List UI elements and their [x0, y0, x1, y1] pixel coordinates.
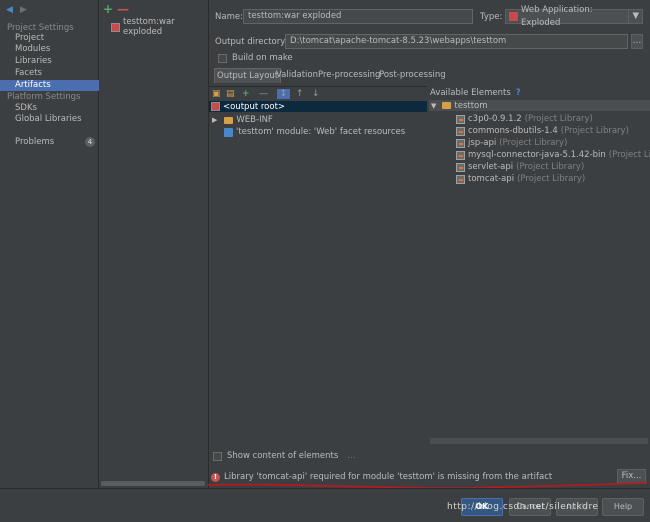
available-elements-scrollbar[interactable] [430, 438, 648, 444]
help-icon[interactable]: ? [516, 88, 521, 98]
artifact-list: + — testtom:war exploded [99, 0, 209, 488]
library-item[interactable]: mysql-connector-java-5.1.42-bin (Project… [456, 150, 650, 160]
project-settings-heading: Project Settings [7, 23, 74, 33]
nav-item-libraries[interactable]: Libraries [0, 56, 99, 67]
browse-folder-button[interactable]: … [631, 34, 643, 49]
library-item[interactable]: commons-dbutils-1.4 (Project Library) [456, 126, 629, 136]
output-directory-label: Output directory: [215, 37, 288, 47]
type-label: Type: [480, 12, 503, 22]
arrow-right-icon[interactable]: ▶ [20, 5, 27, 15]
nav-item-problems[interactable]: Problems 4 [0, 137, 99, 148]
library-name: mysql-connector-java-5.1.42-bin [468, 150, 606, 160]
minus-icon[interactable]: — [117, 2, 129, 16]
nav-item-sdks[interactable]: SDKs [0, 103, 99, 114]
expand-arrow-icon[interactable]: ▶ [212, 116, 217, 124]
library-icon [456, 138, 465, 148]
tab-pre-processing[interactable]: Pre-processing [316, 68, 382, 83]
library-suffix: (Project Library) [516, 162, 585, 172]
plus-icon[interactable]: + [242, 89, 250, 99]
minus-icon[interactable]: — [259, 89, 268, 99]
library-icon [456, 114, 465, 124]
build-on-make-checkbox[interactable]: Build on make [218, 53, 293, 63]
tree-node-web-inf[interactable]: ▶ WEB-INF [212, 115, 273, 125]
tree-node-testtom[interactable]: ▼ testtom [429, 100, 650, 111]
library-icon [456, 162, 465, 172]
new-folder-icon[interactable]: ▣ [212, 89, 221, 99]
move-down-icon[interactable]: ↓ [312, 89, 320, 99]
library-item[interactable]: servlet-api (Project Library) [456, 162, 584, 172]
library-icon [456, 174, 465, 184]
problems-count-badge: 4 [85, 137, 95, 147]
web-inf-label: WEB-INF [236, 115, 273, 125]
checkbox-box[interactable] [213, 451, 222, 461]
nav-item-project[interactable]: Project [0, 33, 99, 44]
library-name: tomcat-api [468, 174, 515, 184]
output-root-label: <output root> [223, 101, 286, 112]
type-select-value: Web Application: Exploded [521, 4, 593, 28]
watermark: http://blog.csdn.net/silentkdre [447, 502, 599, 512]
available-elements-title: Available Elements [430, 88, 511, 98]
web-facet-icon [224, 127, 233, 137]
nav-item-facets[interactable]: Facets [0, 68, 99, 79]
tab-output-layout[interactable]: Output Layout [214, 68, 282, 83]
library-item[interactable]: tomcat-api (Project Library) [456, 174, 585, 184]
settings-nav: ◀ ▶ Project Settings Project Modules Lib… [0, 0, 99, 488]
output-layout-tree: ▣ ▤ + — ↕ ↑ ↓ <output root> ▶ WEB-INF 't… [209, 86, 427, 446]
checkbox-box[interactable] [218, 53, 227, 63]
nav-item-artifacts[interactable]: Artifacts [0, 80, 99, 91]
war-exploded-icon [211, 102, 220, 111]
library-name: jsp-api [468, 138, 497, 148]
folder-icon [442, 102, 452, 109]
library-name: commons-dbutils-1.4 [468, 126, 558, 136]
testtom-label: testtom [454, 100, 488, 111]
tab-post-processing[interactable]: Post-processing [377, 68, 448, 83]
artifact-item-label: testtom:war exploded [123, 17, 175, 37]
available-elements-panel: Available Elements ? ▼ testtom c3p0-0.9.… [429, 86, 650, 446]
library-suffix: (Project Library) [517, 174, 586, 184]
tree-node-module-resources[interactable]: 'testtom' module: 'Web' facet resources [224, 127, 405, 137]
library-suffix: (Project Library) [608, 150, 650, 160]
platform-settings-heading: Platform Settings [7, 92, 81, 102]
show-content-label: Show content of elements [227, 451, 339, 461]
help-button[interactable]: Help [602, 498, 644, 516]
type-select[interactable]: Web Application: Exploded ▼ [505, 5, 643, 28]
problems-label: Problems [15, 137, 55, 147]
module-resources-label: 'testtom' module: 'Web' facet resources [236, 127, 406, 137]
build-on-make-label: Build on make [232, 53, 293, 63]
plus-icon[interactable]: + [103, 2, 113, 16]
more-options-icon[interactable]: … [347, 451, 356, 461]
library-icon [456, 126, 465, 136]
library-suffix: (Project Library) [499, 138, 568, 148]
library-name: servlet-api [468, 162, 514, 172]
archive-icon[interactable]: ▤ [226, 89, 235, 99]
artifact-item[interactable]: testtom:war exploded [111, 17, 208, 37]
show-content-checkbox[interactable]: Show content of elements … [213, 451, 356, 461]
chevron-down-icon: ▼ [628, 10, 642, 23]
scrollbar-thumb[interactable] [101, 481, 205, 486]
tree-node-output-root[interactable]: <output root> [209, 101, 427, 112]
arrow-left-icon[interactable]: ◀ [6, 5, 13, 15]
sort-icon[interactable]: ↕ [277, 89, 290, 99]
library-suffix: (Project Library) [560, 126, 629, 136]
library-icon [456, 150, 465, 160]
library-item[interactable]: c3p0-0.9.1.2 (Project Library) [456, 114, 593, 124]
name-field[interactable]: testtom:war exploded [243, 9, 473, 24]
library-suffix: (Project Library) [524, 114, 593, 124]
library-item[interactable]: jsp-api (Project Library) [456, 138, 567, 148]
library-name: c3p0-0.9.1.2 [468, 114, 522, 124]
name-label: Name: [215, 12, 243, 22]
collapse-arrow-icon[interactable]: ▼ [431, 102, 436, 110]
artifact-list-scrollbar[interactable] [99, 480, 208, 488]
tab-validation[interactable]: Validation [274, 68, 320, 83]
nav-item-global-libraries[interactable]: Global Libraries [0, 114, 99, 125]
move-up-icon[interactable]: ↑ [296, 89, 304, 99]
war-exploded-icon [509, 12, 518, 21]
nav-item-modules[interactable]: Modules [0, 44, 99, 55]
folder-icon [224, 116, 234, 124]
available-elements-header: Available Elements ? [430, 88, 521, 98]
war-exploded-icon [111, 22, 120, 32]
output-directory-field[interactable]: D:\tomcat\apache-tomcat-8.5.23\webapps\t… [285, 34, 628, 49]
